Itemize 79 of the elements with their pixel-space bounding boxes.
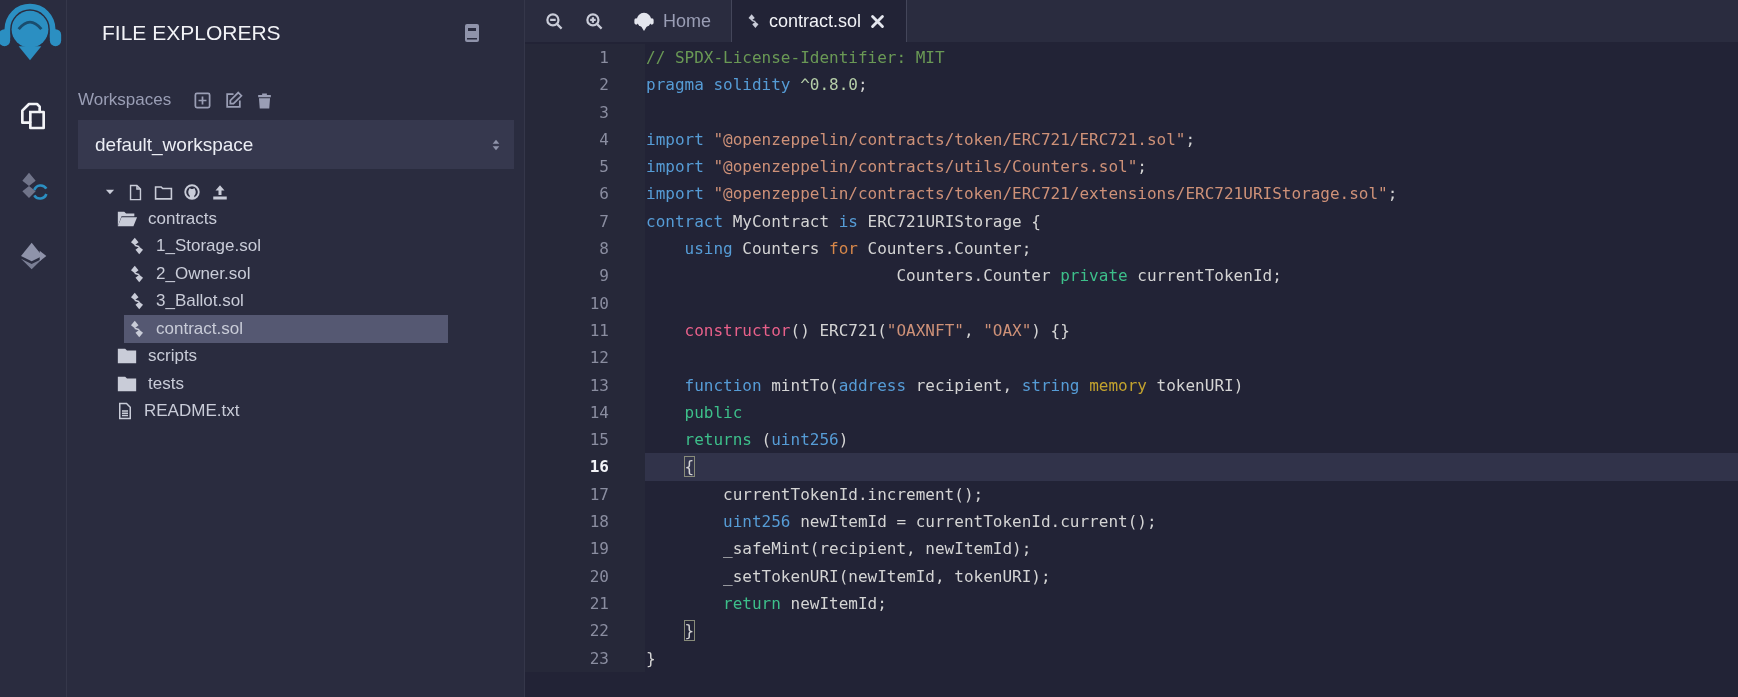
tab-label: contract.sol bbox=[769, 10, 862, 32]
code-line: public bbox=[683, 401, 744, 424]
text-file-icon bbox=[116, 401, 134, 422]
code-line: import "@openzeppelin/contracts/token/ERC721/extensions/ERC721URIStorage.sol"; bbox=[645, 183, 1399, 206]
line-number: 11 bbox=[525, 316, 645, 345]
zoom-in-icon[interactable] bbox=[585, 11, 604, 31]
file-tree-item[interactable]: tests bbox=[112, 370, 436, 398]
contract-file-icon bbox=[746, 12, 761, 30]
line-number: 14 bbox=[525, 398, 645, 427]
tab-label: Home bbox=[663, 10, 711, 32]
contract-file-icon bbox=[128, 263, 146, 284]
line-number: 8 bbox=[525, 235, 645, 263]
code-line: import "@openzeppelin/contracts/token/ERC721/ERC721.sol"; bbox=[645, 128, 1197, 151]
line-number: 10 bbox=[525, 289, 645, 317]
code-line: } bbox=[683, 620, 696, 643]
code-line: Counters.Counter private currentTokenId; bbox=[895, 265, 1283, 288]
line-number: 19 bbox=[525, 535, 645, 563]
file-name: tests bbox=[148, 373, 184, 394]
code-line: contract MyContract is ERC721URIStorage { bbox=[645, 210, 1042, 233]
github-icon[interactable] bbox=[183, 183, 201, 201]
code-line: _setTokenURI(newItemId, tokenURI); bbox=[722, 565, 1052, 588]
headset-icon bbox=[633, 10, 655, 32]
file-tree-item[interactable]: contract.sol bbox=[124, 315, 448, 343]
code-line: uint256 newItemId = currentTokenId.current(); bbox=[722, 511, 1158, 534]
file-name: README.txt bbox=[144, 401, 240, 422]
line-number: 2 bbox=[525, 71, 645, 99]
line-number: 1 bbox=[525, 44, 645, 72]
line-number: 22 bbox=[525, 617, 645, 645]
file-tree-item[interactable]: 2_Owner.sol bbox=[124, 260, 448, 288]
file-tree-item[interactable]: 1_Storage.sol bbox=[124, 232, 448, 260]
code-line: currentTokenId.increment(); bbox=[722, 483, 985, 506]
edit-icon[interactable] bbox=[224, 90, 244, 110]
line-number: 6 bbox=[525, 180, 645, 208]
code-line: _safeMint(recipient, newItemId); bbox=[722, 538, 1033, 561]
line-number: 17 bbox=[525, 480, 645, 509]
workspace-select[interactable]: default_workspace bbox=[78, 120, 514, 169]
line-number: 21 bbox=[525, 589, 645, 618]
line-number: 12 bbox=[525, 344, 645, 372]
line-number: 20 bbox=[525, 562, 645, 590]
workspaces-label: Workspaces bbox=[78, 90, 172, 110]
line-number: 9 bbox=[525, 262, 645, 290]
file-tree-item[interactable]: contracts bbox=[112, 205, 436, 233]
file-tree-item[interactable]: README.txt bbox=[112, 397, 436, 425]
file-name: 1_Storage.sol bbox=[156, 236, 261, 257]
file-tree-item[interactable]: scripts bbox=[112, 342, 436, 370]
line-number: 7 bbox=[525, 207, 645, 236]
line-number: 4 bbox=[525, 125, 645, 154]
file-name: scripts bbox=[148, 346, 198, 367]
line-number: 3 bbox=[525, 98, 645, 126]
file-name: 2_Owner.sol bbox=[156, 263, 251, 284]
line-number: 5 bbox=[525, 153, 645, 181]
contract-file-icon bbox=[128, 291, 146, 312]
code-line: constructor() ERC721("OAXNFT", "OAX") {} bbox=[683, 319, 1071, 342]
contract-file-icon bbox=[128, 236, 146, 257]
code-line: // SPDX-License-Identifier: MIT bbox=[645, 47, 946, 69]
code-line: returns (uint256) bbox=[683, 429, 850, 452]
upload-icon[interactable] bbox=[211, 183, 229, 201]
code-line: import "@openzeppelin/contracts/utils/Counters.sol"; bbox=[645, 156, 1148, 179]
code-line: return newItemId; bbox=[722, 592, 888, 615]
panel-title: FILE EXPLORERS bbox=[102, 21, 281, 45]
line-number: 13 bbox=[525, 371, 645, 399]
line-number: 23 bbox=[525, 644, 645, 672]
code-line: using Counters for Counters.Counter; bbox=[683, 238, 1033, 261]
contract-file-icon bbox=[128, 318, 146, 339]
file-name: contract.sol bbox=[156, 318, 243, 339]
line-number: 16 bbox=[525, 453, 645, 481]
zoom-out-icon[interactable] bbox=[545, 11, 564, 31]
line-number: 15 bbox=[525, 426, 645, 454]
file-name: 3_Ballot.sol bbox=[156, 291, 244, 312]
editor-tab[interactable]: contract.sol bbox=[732, 0, 908, 42]
line-number: 18 bbox=[525, 508, 645, 536]
add-square-icon[interactable] bbox=[193, 90, 213, 110]
file-tree-item[interactable]: 3_Ballot.sol bbox=[124, 287, 448, 315]
new-file-icon[interactable] bbox=[127, 183, 144, 201]
close-icon[interactable] bbox=[869, 12, 887, 30]
code-line: } bbox=[645, 647, 657, 670]
code-line: pragma solidity ^0.8.0; bbox=[645, 74, 869, 97]
code-line: function mintTo(address recipient, string memory tokenURI) bbox=[683, 374, 1245, 397]
file-name: contracts bbox=[148, 208, 217, 229]
